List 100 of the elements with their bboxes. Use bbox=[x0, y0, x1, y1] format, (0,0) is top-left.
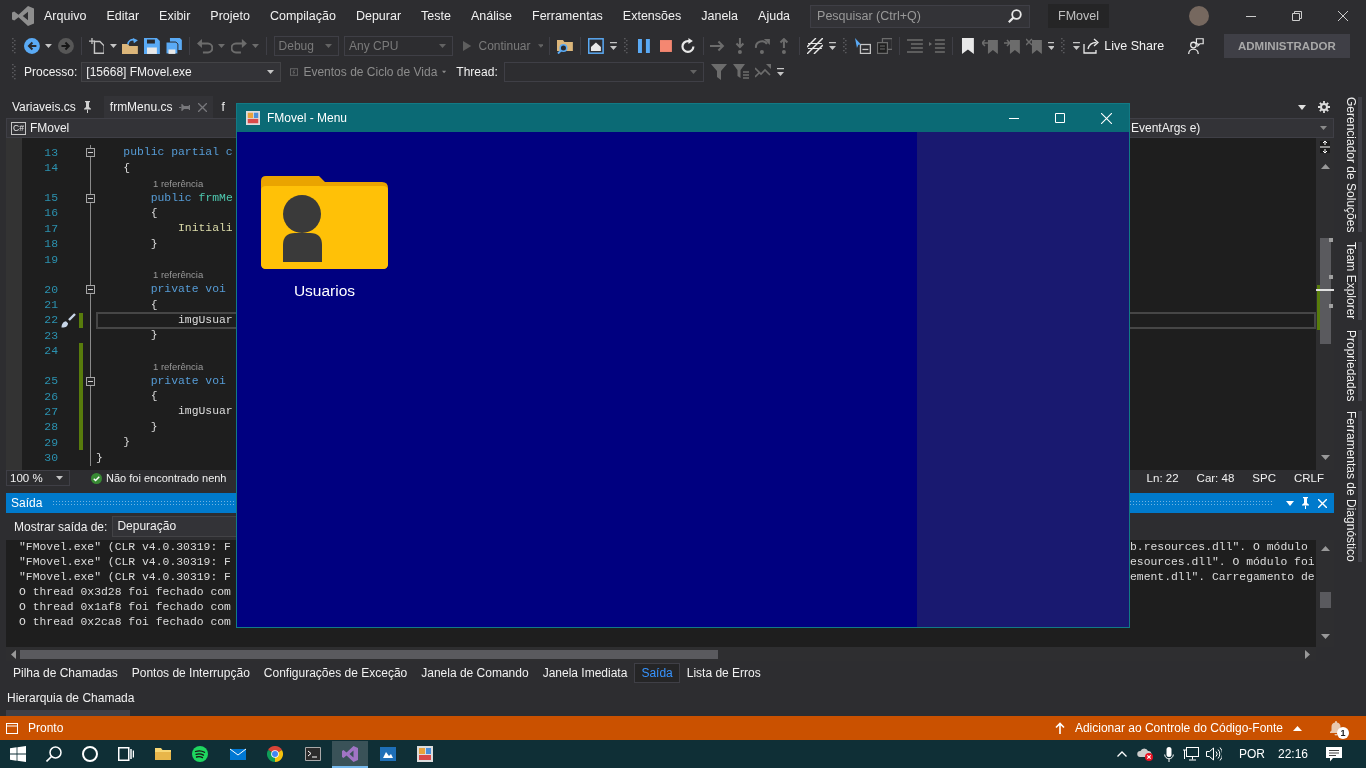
toolbar-options-icon[interactable] bbox=[1047, 42, 1055, 50]
stop-icon[interactable] bbox=[659, 40, 672, 52]
menu-item[interactable]: Exibir bbox=[149, 7, 201, 25]
panel-tab[interactable]: Hierarquia de Chamada bbox=[0, 687, 142, 708]
document-tab[interactable]: Variaveis.cs bbox=[6, 96, 98, 118]
panel-tab[interactable]: Saída bbox=[634, 663, 680, 683]
collapse-icon[interactable] bbox=[86, 193, 95, 203]
feedback-person-icon[interactable] bbox=[1188, 38, 1204, 54]
folder-icon[interactable] bbox=[154, 746, 171, 762]
menu-item[interactable]: Editar bbox=[96, 7, 150, 25]
grip-icon[interactable] bbox=[12, 64, 16, 80]
window-icon[interactable] bbox=[588, 38, 604, 54]
source-control-button[interactable]: Adicionar ao Controle do Código-Fonte bbox=[1054, 721, 1302, 735]
envelope-icon[interactable] bbox=[229, 746, 246, 762]
panel-tab[interactable]: Lista de Erros bbox=[679, 663, 768, 683]
menu-item[interactable]: Ajuda bbox=[748, 7, 801, 25]
pause-icon[interactable] bbox=[635, 38, 652, 54]
hatched-lines-icon[interactable] bbox=[806, 38, 823, 54]
folder-search-icon[interactable] bbox=[557, 38, 574, 54]
menu-item[interactable]: Teste bbox=[411, 7, 461, 25]
ring-icon[interactable] bbox=[82, 746, 98, 762]
scroll-left-icon[interactable] bbox=[11, 649, 16, 659]
collapse-icon[interactable] bbox=[86, 148, 95, 158]
side-tab[interactable]: Propriedades bbox=[1338, 329, 1362, 402]
caret-icon[interactable] bbox=[45, 44, 53, 48]
panel-tab[interactable]: Pontos de Interrupção bbox=[124, 663, 257, 683]
minimize-icon[interactable] bbox=[1246, 15, 1256, 17]
splitter-icon[interactable] bbox=[1320, 141, 1330, 153]
live-share-button[interactable]: Live Share bbox=[1083, 38, 1165, 54]
side-tab[interactable]: Team Explorer bbox=[1338, 242, 1362, 320]
toolbar-options-icon[interactable] bbox=[1073, 42, 1081, 50]
chevron-up-icon[interactable] bbox=[1116, 751, 1127, 757]
scrollbar-thumb[interactable] bbox=[20, 649, 718, 659]
close-icon[interactable] bbox=[1338, 11, 1348, 21]
window-app-icon[interactable] bbox=[379, 746, 396, 762]
line-ending-indicator[interactable]: CRLF bbox=[1293, 472, 1324, 484]
toolbar-options-icon[interactable] bbox=[609, 42, 617, 50]
microphone-icon[interactable] bbox=[1163, 746, 1174, 762]
language-indicator[interactable]: POR bbox=[1238, 747, 1265, 761]
floppy-disks-icon[interactable] bbox=[166, 38, 182, 54]
restart-icon[interactable] bbox=[679, 38, 696, 54]
panel-tab[interactable]: Janela de Comando bbox=[414, 663, 536, 683]
panel-tab[interactable]: Pilha de Chamadas bbox=[6, 663, 125, 683]
source-dropdown[interactable]: Depuração bbox=[112, 516, 239, 537]
form-window-icon[interactable] bbox=[417, 746, 434, 762]
clock[interactable]: 22:16 bbox=[1277, 747, 1308, 761]
menu-item[interactable]: Depurar bbox=[345, 7, 412, 25]
menu-item[interactable]: Extensões bbox=[612, 7, 692, 25]
pin-icon[interactable] bbox=[82, 101, 92, 113]
line-indicator[interactable]: Ln: 22 bbox=[1146, 472, 1179, 484]
menu-item[interactable]: Arquivo bbox=[34, 7, 97, 25]
codelens-link[interactable]: 1 referência bbox=[153, 360, 204, 372]
toolbar-options-icon[interactable] bbox=[828, 42, 836, 50]
grip-icon[interactable] bbox=[623, 38, 628, 54]
zoom-dropdown[interactable]: 100 % bbox=[6, 470, 70, 486]
side-tab[interactable]: Ferramentas de Diagnóstico bbox=[1338, 411, 1362, 562]
collapse-icon[interactable] bbox=[86, 376, 95, 386]
scroll-down-icon[interactable] bbox=[1320, 634, 1330, 639]
circle-waves-icon[interactable] bbox=[192, 746, 209, 762]
document-sparkle-icon[interactable] bbox=[88, 38, 105, 54]
grip-icon[interactable] bbox=[12, 38, 16, 54]
indent-indicator[interactable]: SPC bbox=[1252, 472, 1276, 484]
gear-icon[interactable] bbox=[1318, 101, 1330, 113]
caret-icon[interactable] bbox=[1298, 104, 1306, 110]
scroll-right-icon[interactable] bbox=[1305, 649, 1310, 659]
document-tab[interactable]: f bbox=[219, 96, 225, 118]
search-icon[interactable] bbox=[46, 746, 62, 762]
maximize-icon[interactable] bbox=[1055, 113, 1065, 123]
infinity-logo-icon[interactable] bbox=[332, 740, 369, 768]
scrollbar-thumb[interactable] bbox=[1319, 592, 1331, 608]
network-icon[interactable] bbox=[1182, 747, 1199, 761]
menu-item[interactable]: Projeto bbox=[200, 7, 260, 25]
restore-icon[interactable] bbox=[1292, 11, 1302, 21]
collapse-icon[interactable] bbox=[86, 285, 95, 295]
member-dropdown[interactable]: EventArgs e) bbox=[1130, 118, 1334, 138]
menu-item-label[interactable]: Usuarios bbox=[293, 282, 356, 300]
search-field[interactable]: Pesquisar (Ctrl+Q) bbox=[810, 4, 1031, 28]
scrollbar-thumb[interactable] bbox=[1319, 238, 1331, 344]
scroll-up-icon[interactable] bbox=[1320, 164, 1330, 169]
bookmark-icon[interactable] bbox=[960, 38, 976, 54]
scroll-down-icon[interactable] bbox=[1320, 455, 1330, 460]
user-folder-icon[interactable] bbox=[261, 176, 388, 269]
menu-item[interactable]: Compilação bbox=[259, 7, 346, 25]
menu-item[interactable]: Ferramentas bbox=[522, 7, 613, 25]
avatar[interactable] bbox=[1189, 6, 1209, 26]
caret-icon[interactable] bbox=[109, 44, 117, 48]
start-icon[interactable] bbox=[10, 746, 26, 762]
menu-item[interactable]: Janela bbox=[691, 7, 749, 25]
issues-status[interactable]: Não foi encontrado nenh bbox=[106, 472, 227, 484]
menu-item[interactable]: Análise bbox=[461, 7, 522, 25]
cloud-error-icon[interactable] bbox=[1136, 747, 1153, 761]
side-tab[interactable]: Gerenciador de Soluções bbox=[1338, 97, 1362, 233]
toolbar-options-icon[interactable] bbox=[776, 68, 784, 76]
panel-tab[interactable]: Janela Imediata bbox=[535, 663, 635, 683]
cursor-window-icon[interactable] bbox=[854, 38, 871, 54]
column-indicator[interactable]: Car: 48 bbox=[1196, 472, 1235, 484]
codelens-link[interactable]: 1 referência bbox=[153, 177, 204, 189]
pin-icon[interactable] bbox=[1301, 497, 1310, 509]
terminal-icon[interactable] bbox=[304, 746, 321, 762]
task-view-icon[interactable] bbox=[118, 747, 134, 761]
